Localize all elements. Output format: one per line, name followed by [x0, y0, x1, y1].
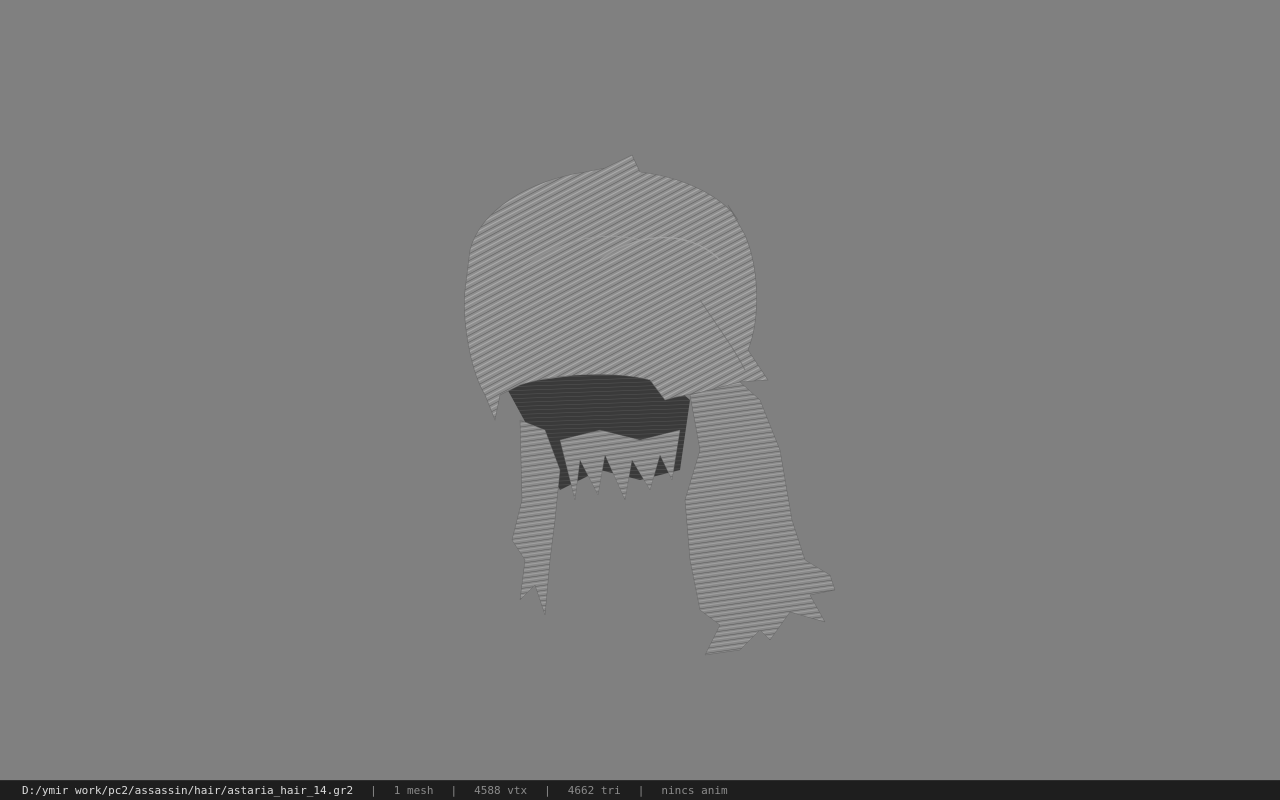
vertex-count: 4588 vtx	[474, 784, 528, 797]
mesh-count: 1 mesh	[393, 784, 434, 797]
separator: |	[637, 784, 645, 797]
separator: |	[370, 784, 377, 797]
separator: |	[544, 784, 551, 797]
separator: |	[450, 784, 458, 797]
file-path: D:/ymir work/pc2/assassin/hair/astaria_h…	[22, 784, 354, 797]
status-bar: D:/ymir work/pc2/assassin/hair/astaria_h…	[0, 780, 1280, 800]
animation-status: nincs anim	[661, 784, 728, 797]
triangle-count: 4662 tri	[567, 784, 621, 797]
3d-viewport[interactable]	[0, 0, 1280, 780]
hair-model	[464, 154, 836, 656]
